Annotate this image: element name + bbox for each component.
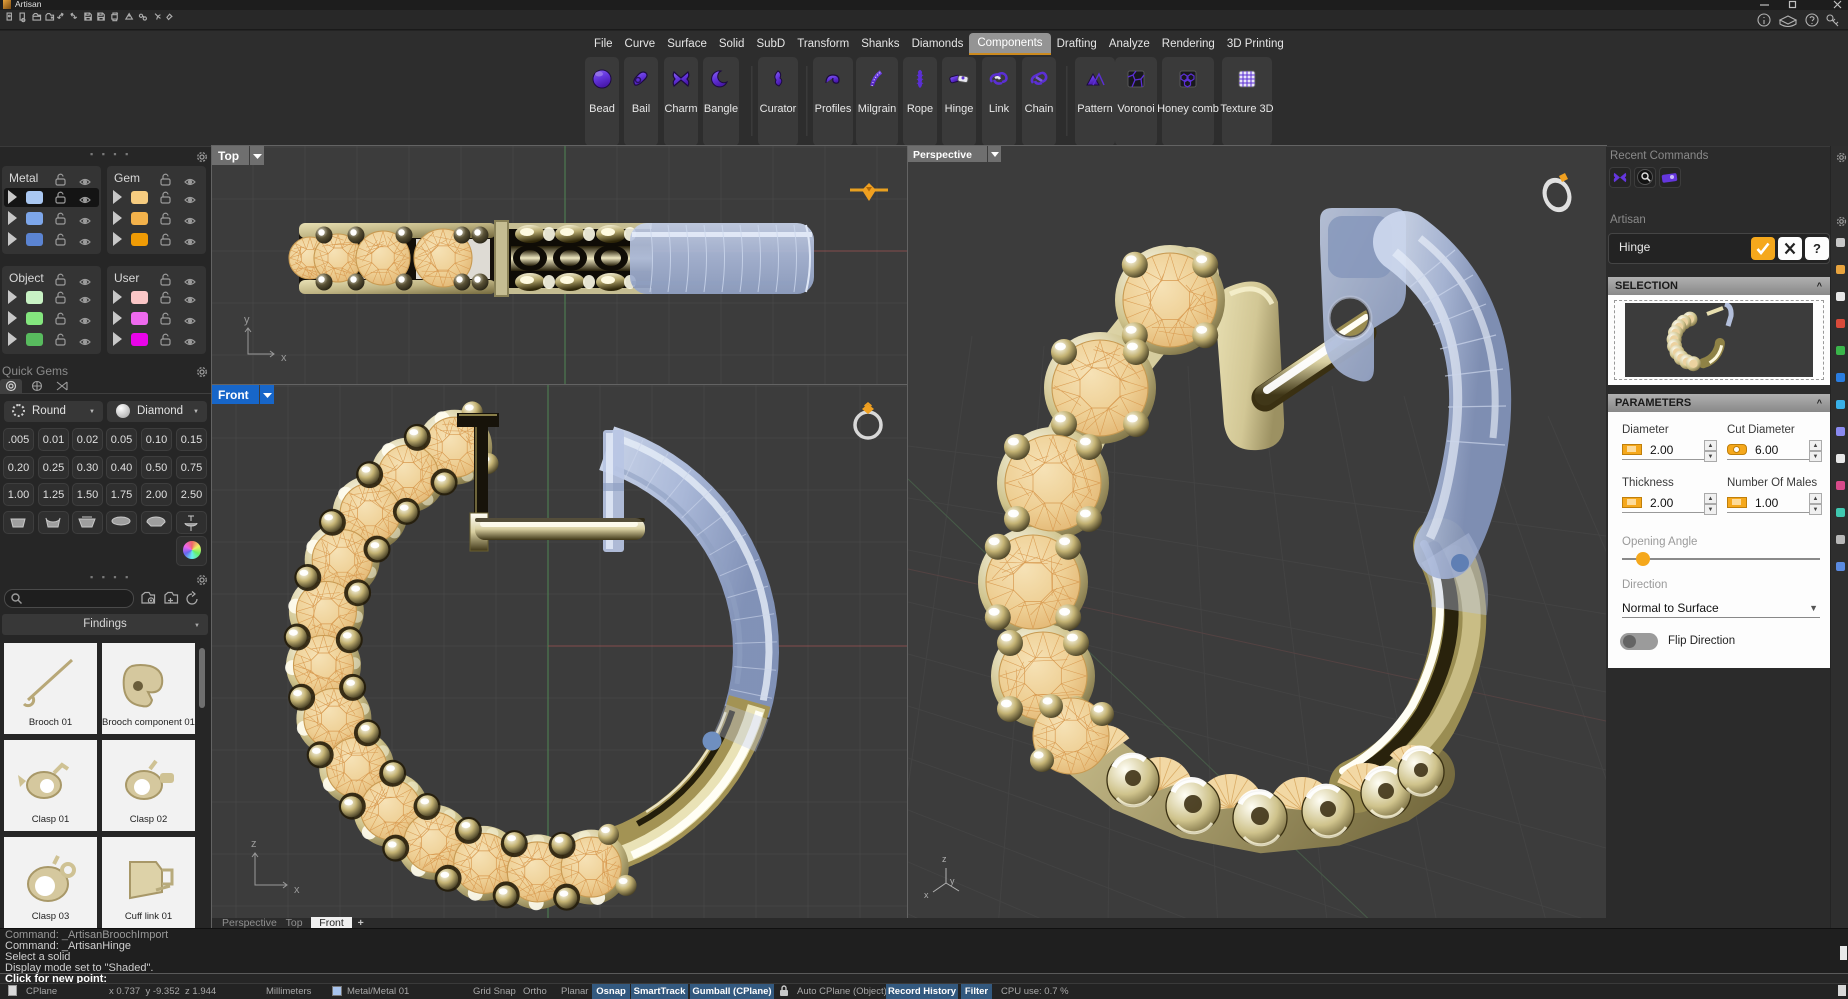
svg-text:Bead: Bead <box>589 103 615 115</box>
svg-text:x: x <box>281 352 287 364</box>
svg-text:Chain: Chain <box>1025 103 1054 115</box>
svg-text:Texture 3D: Texture 3D <box>1220 103 1273 115</box>
svg-text:Bangle: Bangle <box>704 103 738 115</box>
svg-text:z: z <box>251 838 257 850</box>
svg-text:Top: Top <box>218 149 239 163</box>
svg-text:x: x <box>924 890 929 900</box>
svg-text:Rope: Rope <box>907 103 933 115</box>
svg-text:Honey comb: Honey comb <box>1157 103 1219 115</box>
svg-text:Voronoi: Voronoi <box>1117 103 1154 115</box>
svg-text:Curator: Curator <box>760 103 797 115</box>
svg-text:Perspective: Perspective <box>913 149 972 161</box>
svg-text:Profiles: Profiles <box>815 103 852 115</box>
svg-text:y: y <box>244 314 250 326</box>
svg-text:Pattern: Pattern <box>1077 103 1112 115</box>
svg-text:Front: Front <box>218 388 249 402</box>
svg-text:z: z <box>942 854 947 864</box>
svg-text:Hinge: Hinge <box>945 103 974 115</box>
svg-text:y: y <box>950 876 955 886</box>
svg-text:Link: Link <box>989 103 1010 115</box>
svg-text:Charm: Charm <box>664 103 697 115</box>
svg-text:x: x <box>294 884 300 896</box>
svg-text:Milgrain: Milgrain <box>858 103 897 115</box>
svg-text:Bail: Bail <box>632 103 650 115</box>
